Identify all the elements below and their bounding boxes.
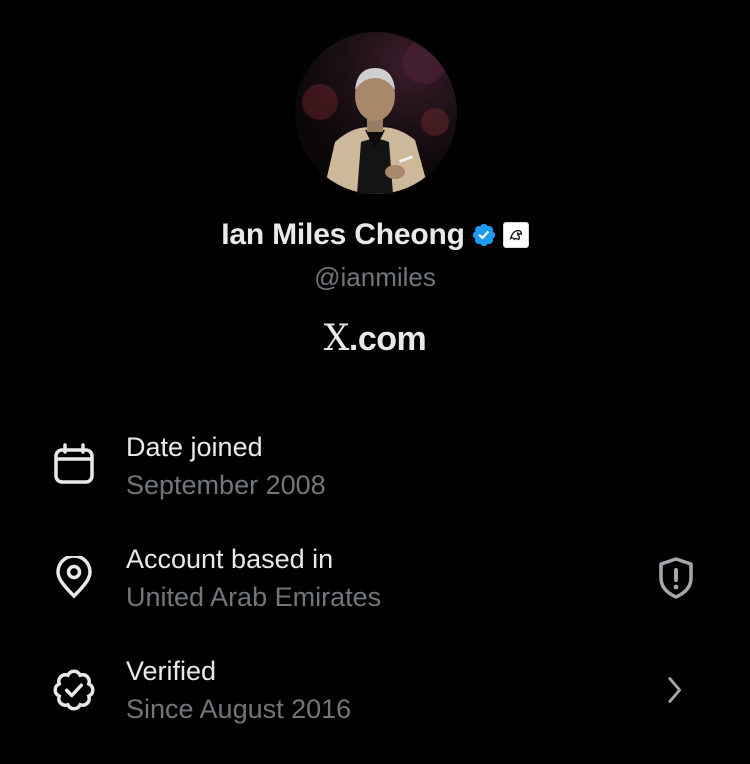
verified-badge-icon[interactable] bbox=[471, 222, 497, 248]
profile-website[interactable]: X.com bbox=[0, 318, 750, 359]
affiliate-badge-icon[interactable] bbox=[502, 222, 529, 248]
calendar-icon bbox=[52, 442, 96, 486]
profile-avatar[interactable] bbox=[295, 32, 457, 194]
location-pin-icon bbox=[52, 554, 96, 600]
profile-name: Ian Miles Cheong bbox=[221, 218, 465, 251]
date-joined-value: September 2008 bbox=[126, 470, 326, 500]
detail-row-date-joined: Date joined September 2008 bbox=[0, 420, 750, 520]
profile-name-row: Ian Miles Cheong bbox=[0, 218, 750, 252]
chevron-right-icon[interactable] bbox=[660, 668, 704, 712]
account-based-in-label: Account based in bbox=[126, 544, 334, 574]
detail-row-verified[interactable]: Verified Since August 2016 bbox=[0, 644, 750, 744]
date-joined-label: Date joined bbox=[126, 432, 263, 462]
profile-handle: @ianmiles bbox=[314, 262, 436, 292]
verified-since-value: Since August 2016 bbox=[126, 694, 352, 724]
account-based-in-value: United Arab Emirates bbox=[126, 582, 382, 612]
detail-row-account-based-in: Account based in United Arab Emirates bbox=[0, 532, 750, 632]
x-logo-glyph: X bbox=[323, 318, 350, 359]
avatar-photo bbox=[302, 40, 449, 194]
verified-outline-icon bbox=[52, 668, 96, 712]
shield-alert-icon[interactable] bbox=[654, 556, 698, 600]
website-suffix: .com bbox=[348, 320, 427, 358]
verified-label: Verified bbox=[126, 656, 217, 686]
